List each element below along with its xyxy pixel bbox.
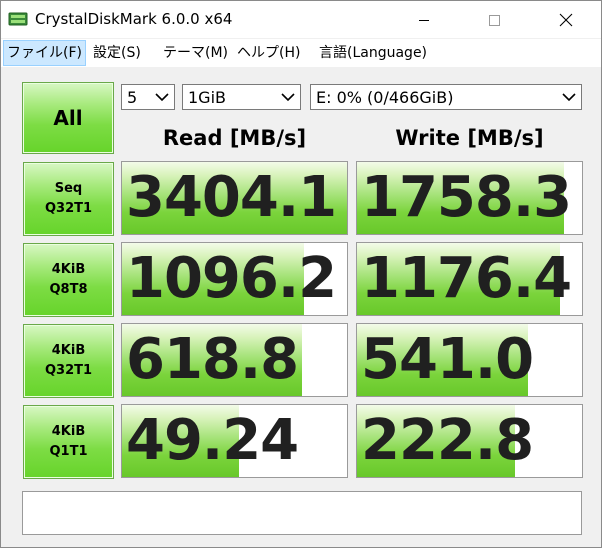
write-result-value: 1758.3 xyxy=(361,165,572,230)
read-result-value: 1096.2 xyxy=(126,246,337,311)
write-result-value: 1176.4 xyxy=(361,246,572,311)
menu-language[interactable]: 言語(Language) xyxy=(316,41,430,65)
main-panel: All 5 1GiB E: 0% (0/466GiB) Read [MB/s] … xyxy=(1,68,601,547)
test-label-line1: 4KiB xyxy=(51,424,86,439)
test-count-select[interactable]: 5 xyxy=(121,84,175,110)
chevron-down-icon xyxy=(155,93,169,102)
menu-settings[interactable]: 設定(S) xyxy=(90,41,144,65)
read-result-value: 3404.1 xyxy=(126,165,337,230)
comment-field[interactable] xyxy=(22,491,582,535)
read-result-value: 618.8 xyxy=(126,327,299,392)
read-result-cell: 49.24 xyxy=(121,404,348,478)
read-result-value: 49.24 xyxy=(126,408,299,473)
write-result-cell: 222.8 xyxy=(356,404,583,478)
test-label-line2: Q8T8 xyxy=(49,282,88,297)
test-label-line1: 4KiB xyxy=(51,343,86,358)
read-result-cell: 1096.2 xyxy=(121,242,348,316)
menu-file[interactable]: ファイル(F) xyxy=(3,40,86,66)
write-column-header: Write [MB/s] xyxy=(395,126,544,150)
window-title: CrystalDiskMark 6.0.0 x64 xyxy=(35,10,233,28)
test-size-value: 1GiB xyxy=(188,88,226,107)
chevron-down-icon xyxy=(562,93,576,102)
test-button-4kib-q8t8[interactable]: 4KiB Q8T8 xyxy=(23,243,114,317)
minimize-button[interactable] xyxy=(401,1,447,38)
menu-help[interactable]: ヘルプ(H) xyxy=(234,41,303,65)
app-window: CrystalDiskMark 6.0.0 x64 ファイル(F) 設定(S) … xyxy=(0,0,602,548)
menu-theme[interactable]: テーマ(M) xyxy=(160,41,231,65)
read-result-cell: 618.8 xyxy=(121,323,348,397)
test-label-line1: Seq xyxy=(54,181,83,196)
read-column-header: Read [MB/s] xyxy=(162,126,307,150)
write-result-value: 541.0 xyxy=(361,327,534,392)
minimize-icon xyxy=(419,19,429,21)
drive-select[interactable]: E: 0% (0/466GiB) xyxy=(310,84,582,110)
app-icon xyxy=(8,11,28,27)
close-button[interactable] xyxy=(543,1,589,38)
chevron-down-icon xyxy=(281,93,295,102)
title-bar: CrystalDiskMark 6.0.0 x64 xyxy=(1,1,601,38)
write-result-value: 222.8 xyxy=(361,408,534,473)
test-label-line2: Q1T1 xyxy=(49,444,88,459)
test-label-line2: Q32T1 xyxy=(44,363,93,378)
read-result-cell: 3404.1 xyxy=(121,161,348,235)
test-label-line2: Q32T1 xyxy=(44,201,93,216)
menu-bar: ファイル(F) 設定(S) テーマ(M) ヘルプ(H) 言語(Language) xyxy=(1,39,601,67)
test-button-4kib-q32t1[interactable]: 4KiB Q32T1 xyxy=(23,324,114,398)
run-all-button[interactable]: All xyxy=(22,82,114,154)
write-result-cell: 1176.4 xyxy=(356,242,583,316)
test-label-line1: 4KiB xyxy=(51,262,86,277)
test-count-value: 5 xyxy=(127,88,138,107)
close-icon xyxy=(559,13,573,26)
test-button-seq-q32t1[interactable]: Seq Q32T1 xyxy=(23,162,114,236)
test-size-select[interactable]: 1GiB xyxy=(182,84,301,110)
test-button-4kib-q1t1[interactable]: 4KiB Q1T1 xyxy=(23,405,114,479)
write-result-cell: 1758.3 xyxy=(356,161,583,235)
drive-value: E: 0% (0/466GiB) xyxy=(316,88,454,107)
write-result-cell: 541.0 xyxy=(356,323,583,397)
maximize-button[interactable] xyxy=(471,1,517,38)
maximize-icon xyxy=(489,14,500,26)
